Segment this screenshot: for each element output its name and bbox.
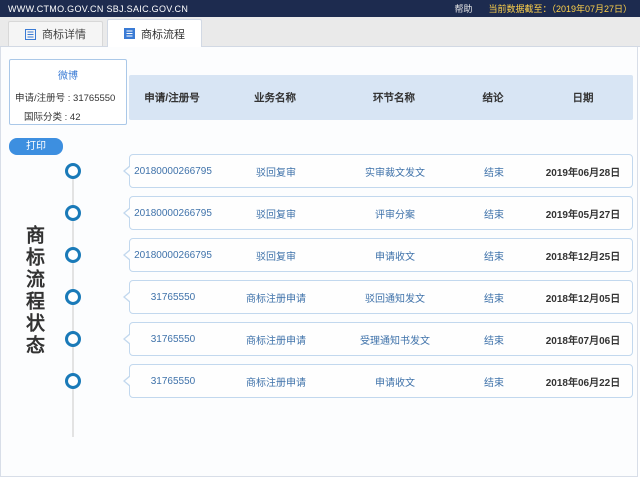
timeline-node-icon: [65, 289, 81, 305]
tab-trademark-process[interactable]: 商标流程: [107, 19, 202, 47]
vertical-page-title: 商标流程状态: [23, 225, 44, 357]
list-icon: [124, 28, 135, 39]
timeline-node-icon: [65, 247, 81, 263]
trademark-summary-box: 微博 申请/注册号 : 31765550 国际分类 : 42: [9, 59, 127, 125]
cell-reg-no: 31765550: [150, 375, 196, 387]
topbar-right: 帮助 当前数据截至：（2019年07月27日）: [454, 2, 632, 15]
table-row: 31765550 商标注册申请 驳回通知发文 结束 2018年12月05日: [65, 280, 633, 314]
topbar: WWW.CTMO.GOV.CN SBJ.SAIC.GOV.CN 帮助 当前数据截…: [0, 0, 640, 17]
data-as-of-text: 当前数据截至：（2019年07月27日）: [488, 4, 632, 14]
header-date: 日期: [572, 92, 594, 104]
cell-conclusion: 结束: [484, 251, 504, 263]
help-link[interactable]: 帮助: [454, 2, 472, 15]
cell-stage-name: 驳回通知发文: [365, 293, 425, 305]
registration-number: 申请/注册号 : 31765550: [15, 93, 116, 104]
header-stage-name: 环节名称: [373, 92, 415, 104]
cell-date: 2019年06月28日: [545, 167, 621, 179]
cell-business-name: 商标注册申请: [246, 293, 306, 305]
cell-business-name: 商标注册申请: [246, 335, 306, 347]
table-row: 31765550 商标注册申请 受理通知书发文 结束 2018年07月06日: [65, 322, 633, 356]
cell-stage-name: 受理通知书发文: [360, 335, 430, 347]
timeline-node-icon: [65, 205, 81, 221]
cell-date: 2018年12月25日: [545, 251, 621, 263]
cell-business-name: 驳回复审: [256, 251, 296, 263]
timeline-node-icon: [65, 163, 81, 179]
table-header: 申请/注册号 业务名称 环节名称 结论 日期: [129, 75, 633, 120]
cell-reg-no: 31765550: [150, 333, 196, 345]
international-class: 国际分类 : 42: [24, 112, 81, 123]
trademark-process-page: WWW.CTMO.GOV.CN SBJ.SAIC.GOV.CN 帮助 当前数据截…: [0, 0, 640, 482]
tab-label: 商标详情: [42, 29, 86, 41]
cell-business-name: 驳回复审: [256, 209, 296, 221]
cell-conclusion: 结束: [484, 293, 504, 305]
tabstrip: 商标详情 商标流程: [0, 17, 640, 47]
tab-trademark-details[interactable]: 商标详情: [8, 21, 103, 46]
cell-business-name: 商标注册申请: [246, 377, 306, 389]
site-url-text: WWW.CTMO.GOV.CN SBJ.SAIC.GOV.CN: [8, 3, 189, 14]
cell-conclusion: 结束: [484, 209, 504, 221]
content-card: 微博 申请/注册号 : 31765550 国际分类 : 42 打印 商标流程状态…: [0, 47, 638, 477]
cell-date: 2018年12月05日: [545, 293, 621, 305]
cell-date: 2018年07月06日: [545, 335, 621, 347]
cell-stage-name: 申请收文: [375, 377, 415, 389]
timeline-node-icon: [65, 373, 81, 389]
document-list-icon: [25, 28, 36, 40]
table-row: 20180000266795 驳回复审 评审分案 结束 2019年05月27日: [65, 196, 633, 230]
cell-reg-no: 20180000266795: [134, 165, 212, 177]
cell-date: 2019年05月27日: [545, 209, 621, 221]
cell-business-name: 驳回复审: [256, 167, 296, 179]
table-row: 20180000266795 驳回复审 实审裁文发文 结束 2019年06月28日: [65, 154, 633, 188]
header-conclusion: 结论: [482, 92, 504, 104]
trademark-name: 微博: [58, 71, 78, 82]
cell-conclusion: 结束: [484, 167, 504, 179]
rows: 20180000266795 驳回复审 实审裁文发文 结束 2019年06月28日 201…: [65, 154, 633, 406]
cell-stage-name: 实审裁文发文: [365, 167, 425, 179]
header-reg-no: 申请/注册号: [144, 92, 200, 104]
table-row: 20180000266795 驳回复审 申请收文 结束 2018年12月25日: [65, 238, 633, 272]
tab-label: 商标流程: [141, 28, 185, 41]
cell-date: 2018年06月22日: [545, 377, 621, 389]
table-row: 31765550 商标注册申请 申请收文 结束 2018年06月22日: [65, 364, 633, 398]
print-button[interactable]: 打印: [9, 138, 63, 155]
cell-stage-name: 申请收文: [375, 251, 415, 263]
cell-stage-name: 评审分案: [375, 209, 415, 221]
cell-conclusion: 结束: [484, 377, 504, 389]
cell-conclusion: 结束: [484, 335, 504, 347]
timeline-node-icon: [65, 331, 81, 347]
header-business-name: 业务名称: [254, 92, 296, 104]
cell-reg-no: 20180000266795: [134, 207, 212, 219]
cell-reg-no: 20180000266795: [134, 249, 212, 261]
cell-reg-no: 31765550: [150, 291, 196, 303]
